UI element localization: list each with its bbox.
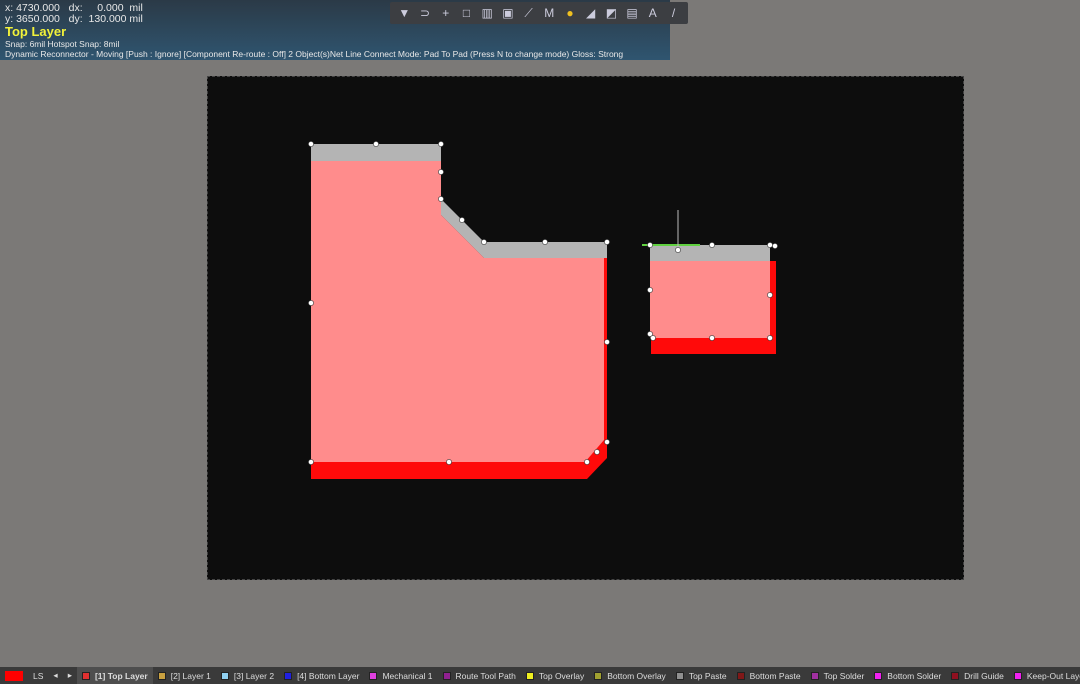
vertex-handle[interactable] xyxy=(438,169,444,175)
vertex-handle[interactable] xyxy=(459,217,465,223)
layer-tab-label: [3] Layer 2 xyxy=(233,670,275,681)
vertex-handle[interactable] xyxy=(373,141,379,147)
layer-tab[interactable]: Bottom Solder xyxy=(869,667,946,684)
layer-tabs-bar: LS ◂ ▸ [1] Top Layer [2] Layer 1 [3] Layer… xyxy=(0,667,1080,684)
layer-color-swatch xyxy=(675,671,684,680)
layer-color-swatch xyxy=(525,671,534,680)
layer-tab-label: Top Paste xyxy=(688,670,727,681)
layer-tab[interactable]: Mechanical 1 xyxy=(364,667,437,684)
layer-tab[interactable]: Bottom Overlay xyxy=(589,667,671,684)
pcb-objects[interactable] xyxy=(0,0,1080,684)
pad-body xyxy=(650,261,770,338)
vertex-handle[interactable] xyxy=(647,287,653,293)
layer-tab[interactable]: Top Overlay xyxy=(521,667,589,684)
layer-tab-label: Top Solder xyxy=(823,670,865,681)
vertex-handle[interactable] xyxy=(604,339,610,345)
layer-color-swatch xyxy=(810,671,819,680)
layer-tab[interactable]: Top Solder xyxy=(806,667,870,684)
layer-tab[interactable]: Bottom Paste xyxy=(732,667,806,684)
vertex-handle[interactable] xyxy=(709,242,715,248)
layer-tab-label: Bottom Overlay xyxy=(607,670,666,681)
layer-tab-label: Route Tool Path xyxy=(455,670,516,681)
layer-tab[interactable]: [1] Top Layer xyxy=(76,667,153,684)
vertex-handle[interactable] xyxy=(308,141,314,147)
layer-color-swatch xyxy=(951,671,960,680)
layer-tab-label: Top Overlay xyxy=(538,670,585,681)
layer-tab-label: Bottom Solder xyxy=(887,670,942,681)
layer-color-swatch xyxy=(157,671,166,680)
vertex-handle[interactable] xyxy=(542,239,548,245)
scroll-right-button[interactable]: ▸ xyxy=(63,667,77,684)
vertex-handle[interactable] xyxy=(594,449,600,455)
layer-tab[interactable]: [4] Bottom Layer xyxy=(279,667,364,684)
layer-color-swatch xyxy=(220,671,229,680)
layer-tab[interactable]: Top Paste xyxy=(671,667,732,684)
layer-tab-label: [1] Top Layer xyxy=(94,670,148,681)
vertex-handle[interactable] xyxy=(481,239,487,245)
layer-tab[interactable]: Keep-Out Layer xyxy=(1009,667,1080,684)
vertex-handle[interactable] xyxy=(438,196,444,202)
layer-tab[interactable]: [3] Layer 2 xyxy=(216,667,279,684)
vertex-handle[interactable] xyxy=(438,141,444,147)
layer-color-swatch xyxy=(81,671,90,680)
layer-color-swatch xyxy=(736,671,745,680)
layer-tab[interactable]: [2] Layer 1 xyxy=(153,667,216,684)
layer-tab-label: Mechanical 1 xyxy=(382,670,433,681)
pad-gloss xyxy=(650,245,770,261)
layer-color-swatch xyxy=(594,671,603,680)
vertex-handle[interactable] xyxy=(772,243,778,249)
layer-tab[interactable]: Drill Guide xyxy=(946,667,1009,684)
vertex-handle[interactable] xyxy=(675,247,681,253)
layer-tab-label: [4] Bottom Layer xyxy=(297,670,360,681)
vertex-handle[interactable] xyxy=(709,335,715,341)
vertex-handle[interactable] xyxy=(584,459,590,465)
ls-button[interactable]: LS xyxy=(28,667,48,684)
polygon-body xyxy=(311,161,604,462)
layer-tab-label: Keep-Out Layer xyxy=(1026,670,1080,681)
vertex-handle[interactable] xyxy=(767,335,773,341)
vertex-handle[interactable] xyxy=(308,300,314,306)
vertex-handle[interactable] xyxy=(446,459,452,465)
small-pad[interactable] xyxy=(642,210,776,354)
layer-tab-label: Drill Guide xyxy=(964,670,1004,681)
vertex-handle[interactable] xyxy=(308,459,314,465)
vertex-handle[interactable] xyxy=(604,439,610,445)
vertex-handle[interactable] xyxy=(647,242,653,248)
layer-color-swatch xyxy=(369,671,378,680)
large-polygon[interactable] xyxy=(311,144,607,479)
current-layer-color[interactable] xyxy=(0,667,28,684)
layer-color-swatch xyxy=(1013,671,1022,680)
layer-color-swatch xyxy=(442,671,451,680)
layer-color-swatch xyxy=(284,671,293,680)
layer-tab[interactable]: Route Tool Path xyxy=(438,667,521,684)
scroll-left-button[interactable]: ◂ xyxy=(48,667,62,684)
vertex-handle[interactable] xyxy=(650,335,656,341)
layer-color-swatch xyxy=(874,671,883,680)
vertex-handle[interactable] xyxy=(767,292,773,298)
vertex-handle[interactable] xyxy=(604,239,610,245)
layer-tab-label: Bottom Paste xyxy=(749,670,801,681)
layer-tab-label: [2] Layer 1 xyxy=(170,670,211,681)
vertex-handle[interactable] xyxy=(767,242,773,248)
